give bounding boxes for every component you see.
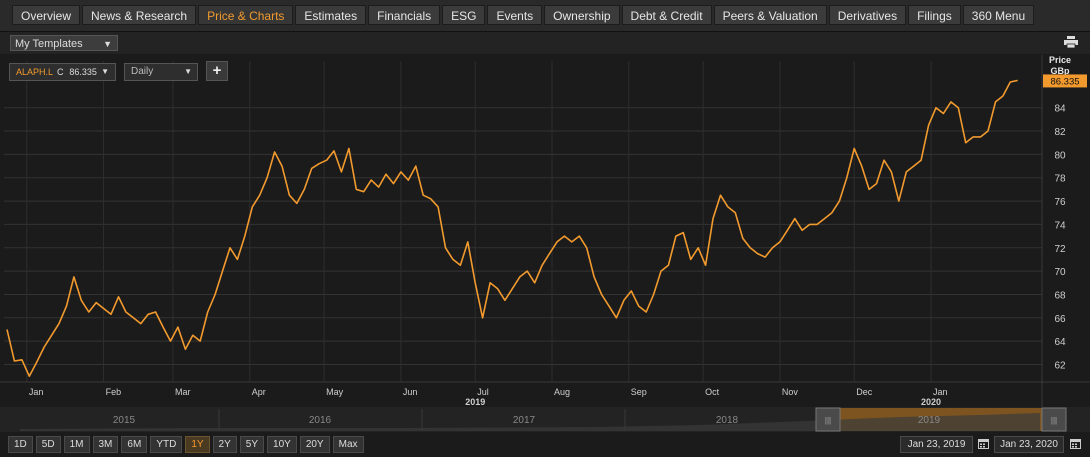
y-tick-label: 66: [1054, 314, 1066, 325]
axis-title-price: Price: [1049, 55, 1071, 65]
y-tick-label: 82: [1054, 127, 1066, 138]
x-tick-label: Mar: [175, 387, 191, 397]
period-button-5y[interactable]: 5Y: [239, 436, 265, 453]
end-date-field[interactable]: Jan 23, 2020: [994, 436, 1064, 453]
period-button-3m[interactable]: 3M: [92, 436, 119, 453]
period-button-20y[interactable]: 20Y: [299, 436, 330, 453]
y-tick-label: 78: [1054, 174, 1066, 185]
y-tick-label: 68: [1054, 290, 1066, 301]
x-tick-label: Sep: [631, 387, 647, 397]
chevron-down-icon: ▼: [184, 67, 192, 76]
period-button-2y[interactable]: 2Y: [212, 436, 237, 453]
grip-icon: |||: [1051, 416, 1057, 425]
current-price-label: 86.335: [1050, 76, 1079, 87]
start-date-field[interactable]: Jan 23, 2019: [900, 436, 973, 453]
period-button-6m[interactable]: 6M: [121, 436, 148, 453]
navigator-year-2015: 2015: [113, 415, 136, 426]
nav-tab-list: Overview News & Research Price & Charts Est…: [12, 5, 1035, 25]
tab-news-research[interactable]: News & Research: [82, 5, 197, 25]
x-tick-label: Feb: [106, 387, 122, 397]
chevron-down-icon: ▼: [103, 39, 112, 49]
x-tick-label: Dec: [856, 387, 873, 397]
x-tick-label: Jul: [477, 387, 489, 397]
x-tick-label: May: [326, 387, 344, 397]
period-button-max[interactable]: Max: [332, 436, 364, 453]
chevron-down-icon: ▼: [101, 67, 109, 76]
navigator-year-2016: 2016: [309, 415, 332, 426]
templates-label: My Templates: [15, 38, 83, 50]
grip-icon: |||: [825, 416, 831, 425]
calendar-icon[interactable]: [978, 438, 989, 449]
period-button-1m[interactable]: 1M: [63, 436, 90, 453]
period-button-10y[interactable]: 10Y: [267, 436, 297, 453]
range-navigator[interactable]: ||| ||| 2015 2016 2017 2018 2019: [0, 407, 1090, 432]
tab-ownership[interactable]: Ownership: [544, 5, 620, 25]
tab-price-charts[interactable]: Price & Charts: [198, 5, 294, 25]
templates-dropdown[interactable]: My Templates ▼: [10, 35, 118, 51]
interval-label: Daily: [131, 66, 154, 77]
period-button-5d[interactable]: 5D: [35, 436, 61, 453]
tab-esg[interactable]: ESG: [442, 5, 486, 25]
template-bar: My Templates ▼: [0, 32, 1090, 54]
tab-debt-credit[interactable]: Debt & Credit: [621, 5, 712, 25]
y-tick-label: 84: [1054, 104, 1066, 115]
x-tick-label: Oct: [705, 387, 720, 397]
calendar-icon[interactable]: [1070, 438, 1081, 449]
y-tick-label: 64: [1054, 337, 1066, 348]
y-tick-label: 62: [1054, 360, 1066, 371]
instrument-field: C: [57, 67, 64, 77]
x-year-label: 2020: [921, 397, 941, 407]
tab-derivatives[interactable]: Derivatives: [828, 5, 907, 25]
x-tick-label: Aug: [554, 387, 570, 397]
period-buttons: 1D 5D 1M 3M 6M YTD 1Y 2Y 5Y 10Y 20Y Max: [8, 436, 364, 453]
x-year-label: 2019: [465, 397, 485, 407]
top-nav: Overview News & Research Price & Charts Est…: [0, 0, 1090, 32]
price-chart: 62 64 66 68 70 72 74 76 78 80 82 84 Jan Feb Mar Apr May J…: [0, 55, 1090, 407]
y-tick-label: 74: [1054, 220, 1066, 231]
tab-estimates[interactable]: Estimates: [295, 5, 367, 25]
add-series-button[interactable]: +: [206, 61, 228, 81]
x-tick-label: Apr: [252, 387, 266, 397]
period-button-1d[interactable]: 1D: [8, 436, 33, 453]
tab-events[interactable]: Events: [487, 5, 543, 25]
navigator-svg: ||| ||| 2015 2016 2017 2018 2019: [0, 407, 1090, 432]
x-tick-label: Jun: [403, 387, 418, 397]
period-button-1y[interactable]: 1Y: [185, 436, 210, 453]
tab-financials[interactable]: Financials: [368, 5, 441, 25]
bottom-toolbar: 1D 5D 1M 3M 6M YTD 1Y 2Y 5Y 10Y 20Y Max Jan 23, 201…: [0, 433, 1090, 457]
instrument-symbol: ALAPH.L: [16, 67, 54, 77]
navigator-year-2017: 2017: [513, 415, 536, 426]
instrument-value: 86.335: [69, 67, 97, 77]
x-tick-label: Jan: [29, 387, 44, 397]
tab-peers-valuation[interactable]: Peers & Valuation: [713, 5, 827, 25]
y-tick-label: 72: [1054, 244, 1066, 255]
navigator-year-2018: 2018: [716, 415, 739, 426]
y-tick-label: 70: [1054, 267, 1066, 278]
x-tick-label: Nov: [782, 387, 799, 397]
tab-360-menu[interactable]: 360 Menu: [962, 5, 1035, 25]
interval-dropdown[interactable]: Daily ▼: [124, 63, 198, 81]
instrument-selector[interactable]: ALAPH.L C 86.335 ▼: [9, 63, 116, 81]
tab-filings[interactable]: Filings: [908, 5, 961, 25]
print-icon[interactable]: [1064, 36, 1078, 48]
navigator-year-2019: 2019: [918, 415, 941, 426]
y-tick-label: 80: [1054, 150, 1066, 161]
y-tick-label: 76: [1054, 197, 1066, 208]
tab-overview[interactable]: Overview: [12, 5, 81, 25]
x-tick-label: Jan: [933, 387, 948, 397]
period-button-ytd[interactable]: YTD: [150, 436, 183, 453]
